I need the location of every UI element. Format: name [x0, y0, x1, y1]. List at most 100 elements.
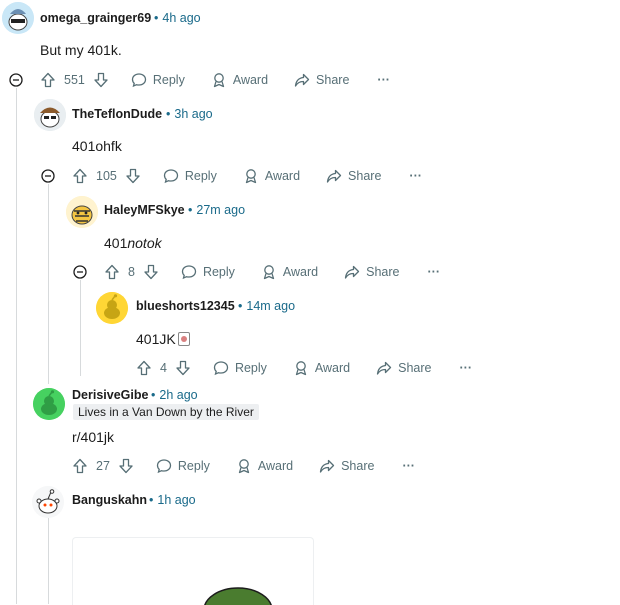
- comment-time-text[interactable]: 4h ago: [162, 11, 200, 25]
- collapse-icon[interactable]: [73, 265, 87, 279]
- upvote-button[interactable]: [104, 264, 120, 280]
- thread-line[interactable]: [80, 280, 81, 376]
- comment-bubble-icon: [213, 361, 229, 376]
- downvote-button[interactable]: [175, 360, 191, 376]
- reply-button[interactable]: Reply: [181, 264, 235, 280]
- share-label: Share: [348, 169, 382, 183]
- award-label: Award: [314, 361, 351, 375]
- upvote-button[interactable]: [72, 168, 88, 184]
- avatar[interactable]: [66, 196, 98, 228]
- upvote-arrow-icon: [73, 168, 87, 184]
- thread-line[interactable]: [16, 88, 17, 604]
- comment-time-text[interactable]: 14m ago: [246, 299, 295, 313]
- award-icon: [295, 361, 307, 376]
- snoo-avatar-icon: [34, 99, 66, 131]
- share-label: Share: [316, 73, 350, 87]
- more-label: ···: [459, 361, 473, 375]
- more-label: ···: [377, 73, 390, 87]
- share-arrow-icon: [319, 459, 335, 473]
- more-label: ···: [402, 459, 415, 473]
- avatar[interactable]: [34, 99, 66, 131]
- award-button[interactable]: Award: [243, 168, 300, 184]
- upvote-arrow-icon: [105, 264, 119, 280]
- upvote-button[interactable]: [136, 360, 152, 376]
- more-options-button[interactable]: ···: [460, 361, 473, 375]
- comment-time[interactable]: • 27m ago: [188, 203, 245, 217]
- thread-line[interactable]: [48, 184, 49, 384]
- comment-actions: 551 Reply Award Share ···: [40, 69, 390, 91]
- comment-time-text[interactable]: 2h ago: [159, 388, 197, 402]
- comment-time-text[interactable]: 1h ago: [157, 493, 195, 507]
- comment-author[interactable]: TheTeflonDude: [72, 107, 162, 121]
- collapse-icon[interactable]: [41, 169, 55, 183]
- award-button[interactable]: Award: [261, 264, 318, 280]
- comment-bubble-icon: [156, 459, 172, 474]
- reply-button[interactable]: Reply: [131, 72, 185, 88]
- comment-author[interactable]: blueshorts12345: [136, 299, 235, 313]
- downvote-button[interactable]: [118, 458, 134, 474]
- downvote-arrow-icon: [126, 168, 140, 184]
- comment-image[interactable]: [72, 537, 314, 605]
- vote-count: 27: [96, 459, 110, 473]
- reply-label: Reply: [184, 169, 217, 183]
- downvote-button[interactable]: [93, 72, 109, 88]
- more-options-button[interactable]: ···: [377, 73, 390, 87]
- comment-author[interactable]: DerisiveGibe: [72, 388, 148, 402]
- award-button[interactable]: Award: [236, 458, 293, 474]
- share-button[interactable]: Share: [326, 168, 381, 184]
- comment-time[interactable]: • 3h ago: [166, 107, 213, 121]
- user-flair: Lives in a Van Down by the River: [73, 404, 259, 420]
- collapse-icon[interactable]: [9, 73, 23, 87]
- comment-author[interactable]: Banguskahn: [72, 493, 147, 507]
- more-options-button[interactable]: ···: [428, 265, 441, 279]
- comment-time[interactable]: • 4h ago: [154, 11, 201, 25]
- reply-button[interactable]: Reply: [156, 458, 210, 474]
- award-button[interactable]: Award: [293, 360, 350, 376]
- more-options-button[interactable]: ···: [409, 169, 422, 183]
- upvote-button[interactable]: [40, 72, 56, 88]
- share-button[interactable]: Share: [376, 360, 432, 376]
- comment-time[interactable]: • 2h ago: [151, 388, 198, 402]
- snoo-avatar-icon: [2, 2, 34, 34]
- more-label: ···: [409, 169, 422, 183]
- downvote-arrow-icon: [144, 264, 158, 280]
- share-button[interactable]: Share: [319, 458, 374, 474]
- reply-button[interactable]: Reply: [163, 168, 217, 184]
- avatar[interactable]: [33, 388, 65, 420]
- more-label: ···: [427, 265, 441, 279]
- comment-body-italic: notok: [127, 235, 162, 251]
- comment-author[interactable]: HaleyMFSkye: [104, 203, 185, 217]
- share-arrow-icon: [376, 361, 392, 375]
- separator-dot: •: [238, 299, 243, 313]
- comment-time-text[interactable]: 27m ago: [196, 203, 245, 217]
- downvote-button[interactable]: [143, 264, 159, 280]
- downvote-button[interactable]: [125, 168, 141, 184]
- avatar[interactable]: [96, 292, 128, 324]
- upvote-arrow-icon: [73, 458, 87, 474]
- comment-time-text[interactable]: 3h ago: [174, 107, 212, 121]
- share-arrow-icon: [294, 73, 310, 87]
- comment-time[interactable]: • 1h ago: [149, 493, 196, 507]
- comment-bubble-icon: [181, 265, 197, 280]
- downvote-arrow-icon: [119, 458, 133, 474]
- upvote-button[interactable]: [72, 458, 88, 474]
- vote-count: 8: [128, 265, 135, 279]
- snoo-avatar-icon: [96, 292, 128, 324]
- snoo-avatar-icon: [66, 196, 98, 228]
- reply-button[interactable]: Reply: [213, 360, 267, 376]
- award-label: Award: [232, 73, 269, 87]
- comment-body-text: 401JK: [136, 331, 176, 347]
- share-button[interactable]: Share: [294, 72, 349, 88]
- avatar[interactable]: [32, 486, 64, 518]
- award-button[interactable]: Award: [211, 72, 268, 88]
- award-icon: [245, 169, 256, 184]
- snoo-avatar-icon: [33, 388, 65, 420]
- avatar[interactable]: [2, 2, 34, 34]
- more-options-button[interactable]: ···: [402, 459, 415, 473]
- comment-actions: 105 Reply Award Share ···: [72, 165, 422, 187]
- frog-image-icon: [204, 587, 272, 605]
- share-button[interactable]: Share: [344, 264, 400, 280]
- downvote-arrow-icon: [94, 72, 108, 88]
- comment-time[interactable]: • 14m ago: [238, 299, 295, 313]
- comment-author[interactable]: omega_grainger69: [40, 11, 151, 25]
